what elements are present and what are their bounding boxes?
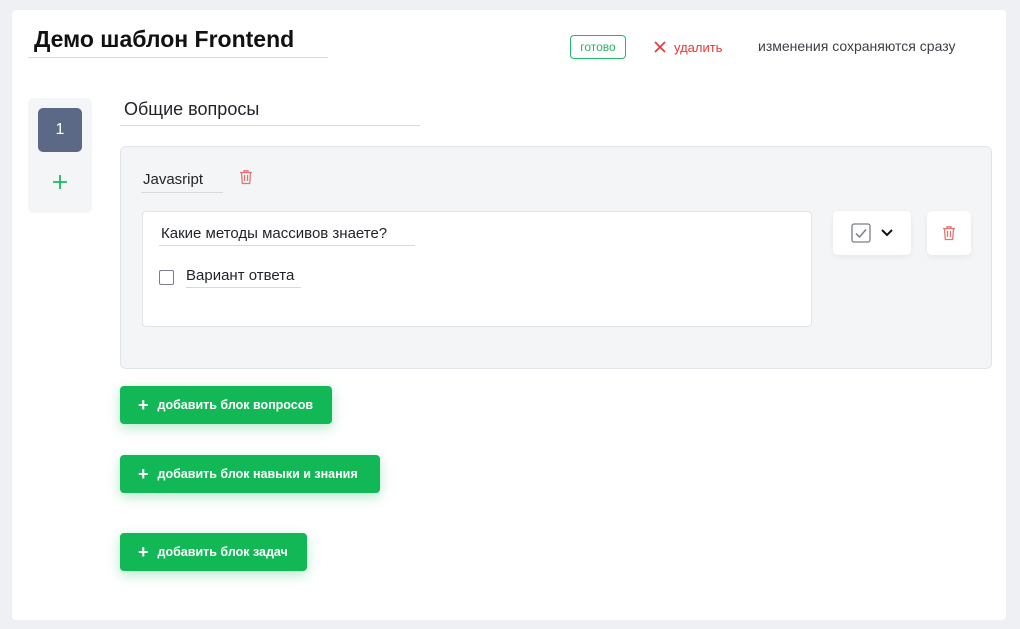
delete-label: удалить (674, 39, 723, 55)
delete-template-button[interactable]: удалить (654, 36, 722, 58)
section-title[interactable]: Общие вопросы (124, 99, 259, 120)
question-block: Javasript Какие методы массивов знаете? … (120, 146, 992, 369)
close-icon (654, 38, 666, 56)
trash-icon (943, 226, 955, 241)
add-tasks-block-label: добавить блок задач (157, 545, 288, 559)
autosave-note: изменения сохраняются сразу (758, 38, 956, 54)
plus-icon: + (138, 464, 149, 484)
answer-option-input[interactable]: Вариант ответа (186, 266, 301, 288)
chevron-down-icon (881, 229, 893, 237)
plus-icon (53, 175, 67, 189)
delete-question-button[interactable] (927, 211, 971, 255)
step-sidebar: 1 (28, 98, 92, 213)
template-title-field[interactable]: Демо шаблон Frontend (28, 22, 328, 58)
step-number[interactable]: 1 (38, 108, 82, 152)
block-name-input[interactable]: Javasript (141, 169, 223, 193)
template-title[interactable]: Демо шаблон Frontend (34, 26, 294, 53)
answer-option-row: Вариант ответа (159, 266, 301, 288)
answer-checkbox[interactable] (159, 269, 174, 285)
plus-icon: + (138, 395, 149, 415)
trash-icon (240, 170, 252, 185)
checkbox-icon (851, 223, 871, 243)
add-step-button[interactable] (46, 168, 74, 196)
add-question-block-button[interactable]: + добавить блок вопросов (120, 386, 332, 424)
answer-type-dropdown[interactable] (833, 211, 911, 255)
section-title-field[interactable]: Общие вопросы (120, 94, 420, 126)
question-card: Какие методы массивов знаете? Вариант от… (142, 211, 812, 327)
status-badge[interactable]: готово (570, 35, 626, 59)
add-question-block-label: добавить блок вопросов (157, 398, 314, 412)
add-skills-block-label: добавить блок навыки и знания (157, 467, 358, 481)
delete-block-button[interactable] (239, 169, 257, 189)
plus-icon: + (138, 542, 149, 562)
question-input[interactable]: Какие методы массивов знаете? (159, 224, 415, 246)
add-skills-block-button[interactable]: + добавить блок навыки и знания (120, 455, 380, 493)
add-tasks-block-button[interactable]: + добавить блок задач (120, 533, 307, 571)
